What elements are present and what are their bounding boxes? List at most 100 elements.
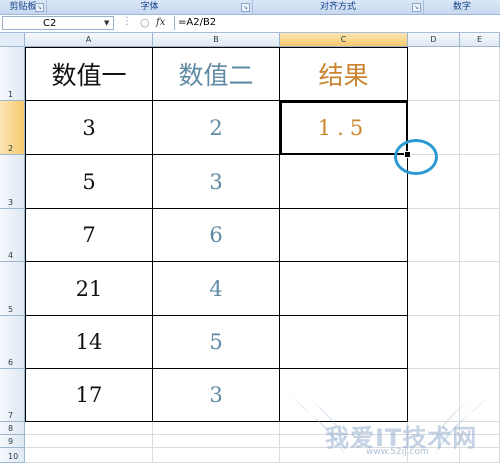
watermark-subtext: www.52ij.com (366, 447, 429, 457)
cell-a4[interactable]: 7 (25, 209, 153, 262)
row-header-6[interactable]: 6 (0, 316, 25, 369)
cell-value: 17 (75, 383, 103, 407)
cell-a3[interactable]: 5 (25, 155, 153, 209)
cell-b10[interactable] (153, 448, 280, 463)
cell-b8[interactable] (153, 422, 280, 435)
cell-c4[interactable] (280, 209, 408, 262)
cell-value: 5 (209, 330, 223, 354)
ribbon-group-font[interactable]: 字体 ↘ (47, 0, 253, 14)
cell-b6[interactable]: 5 (153, 316, 280, 369)
row-header-7[interactable]: 7 (0, 369, 25, 422)
cell-value: 3 (209, 383, 223, 407)
row-label: 10 (8, 452, 19, 461)
cell-e4[interactable] (460, 209, 500, 262)
cell-value: 14 (75, 330, 103, 354)
row-header-5[interactable]: 5 (0, 262, 25, 316)
cell-a5[interactable]: 21 (25, 262, 153, 316)
row-header-3[interactable]: 3 (0, 155, 25, 209)
cell-e3[interactable] (460, 155, 500, 209)
row-header-1[interactable]: 1 (0, 47, 25, 101)
annotation-circle (394, 139, 438, 175)
cell-value: 7 (82, 223, 96, 247)
cell-a8[interactable] (25, 422, 153, 435)
dialog-launcher-icon[interactable]: ↘ (35, 3, 44, 12)
row-label: 1 (8, 90, 14, 99)
cell-a9[interactable] (25, 435, 153, 448)
cell-value: 3 (82, 115, 96, 140)
name-box-value: C2 (43, 18, 57, 29)
cell-a7[interactable]: 17 (25, 369, 153, 422)
column-header-b[interactable]: B (153, 33, 280, 47)
formula-input[interactable]: =A2/B2 (174, 16, 498, 30)
cell-a10[interactable] (25, 448, 153, 463)
cell-c6[interactable] (280, 316, 408, 369)
cell-value: 21 (75, 276, 103, 301)
header-label-result: 结果 (318, 61, 369, 90)
cell-a6[interactable]: 14 (25, 316, 153, 369)
column-label: B (213, 35, 219, 44)
chevron-down-icon[interactable]: ▼ (104, 19, 109, 27)
cell-value: 4 (209, 276, 223, 301)
row-header-9[interactable]: 9 (0, 435, 25, 448)
ribbon-group-label: 字体 (140, 2, 159, 12)
dialog-launcher-icon[interactable]: ↘ (412, 3, 421, 12)
select-all-corner[interactable] (0, 33, 25, 47)
row-label: 5 (8, 305, 14, 314)
cancel-icon[interactable]: ○ (140, 16, 150, 30)
cell-b9[interactable] (153, 435, 280, 448)
cell-c2-active[interactable]: 1.5 (280, 101, 408, 155)
cell-b7[interactable]: 3 (153, 369, 280, 422)
cell-e5[interactable] (460, 262, 500, 316)
watermark-url: www.52ij.com (366, 447, 429, 457)
cell-d4[interactable] (408, 209, 460, 262)
formula-bar: C2 ▼ ⋮ ○ fx =A2/B2 (0, 15, 500, 33)
ribbon-group-bar: 剪贴板 ↘ 字体 ↘ 对齐方式 ↘ 数字 (0, 0, 500, 15)
row-label: 3 (8, 198, 14, 207)
column-label: A (85, 35, 92, 44)
row-header-10[interactable]: 10 (0, 448, 25, 463)
column-label: C (340, 35, 347, 44)
column-header-d[interactable]: D (408, 33, 460, 47)
column-header-e[interactable]: E (460, 33, 500, 47)
cell-d5[interactable] (408, 262, 460, 316)
cell-e6[interactable] (460, 316, 500, 369)
ribbon-group-alignment[interactable]: 对齐方式 ↘ (253, 0, 424, 14)
column-header-c[interactable]: C (280, 33, 408, 47)
row-label: 8 (8, 424, 14, 433)
row-header-4[interactable]: 4 (0, 209, 25, 262)
cell-e1[interactable] (460, 47, 500, 101)
formula-text: =A2/B2 (178, 17, 217, 28)
cell-value: 3 (209, 169, 223, 194)
cell-value: 2 (209, 115, 223, 140)
dialog-launcher-icon[interactable]: ↘ (241, 3, 250, 12)
cell-d1[interactable] (408, 47, 460, 101)
cell-c5[interactable] (280, 262, 408, 316)
row-label: 6 (8, 358, 14, 367)
ribbon-group-number[interactable]: 数字 (424, 0, 500, 14)
ribbon-group-label: 剪贴板 (9, 2, 37, 12)
insert-function-button[interactable]: fx (156, 16, 165, 30)
cell-value: 5 (82, 169, 96, 194)
cell-d6[interactable] (408, 316, 460, 369)
cell-b1[interactable]: 数值二 (153, 47, 280, 101)
cell-b2[interactable]: 2 (153, 101, 280, 155)
row-label: 4 (8, 251, 14, 260)
header-label-value2: 数值二 (178, 61, 254, 90)
row-header-2[interactable]: 2 (0, 101, 25, 155)
cell-a1[interactable]: 数值一 (25, 47, 153, 101)
drag-handle-icon[interactable]: ⋮ (122, 16, 133, 27)
ribbon-group-clipboard[interactable]: 剪贴板 ↘ (0, 0, 47, 14)
worksheet-grid[interactable]: A B C D E 1 2 3 4 5 6 7 8 9 10 数值一 数值二 结… (0, 33, 500, 463)
row-header-8[interactable]: 8 (0, 422, 25, 435)
cell-b5[interactable]: 4 (153, 262, 280, 316)
cell-e2[interactable] (460, 101, 500, 155)
ribbon-group-label: 数字 (452, 2, 471, 12)
cell-a2[interactable]: 3 (25, 101, 153, 155)
cell-b3[interactable]: 3 (153, 155, 280, 209)
column-header-a[interactable]: A (25, 33, 153, 47)
cell-c1[interactable]: 结果 (280, 47, 408, 101)
cell-value: 1.5 (317, 115, 370, 140)
cell-b4[interactable]: 6 (153, 209, 280, 262)
name-box[interactable]: C2 (2, 16, 114, 30)
cell-c3[interactable] (280, 155, 408, 209)
